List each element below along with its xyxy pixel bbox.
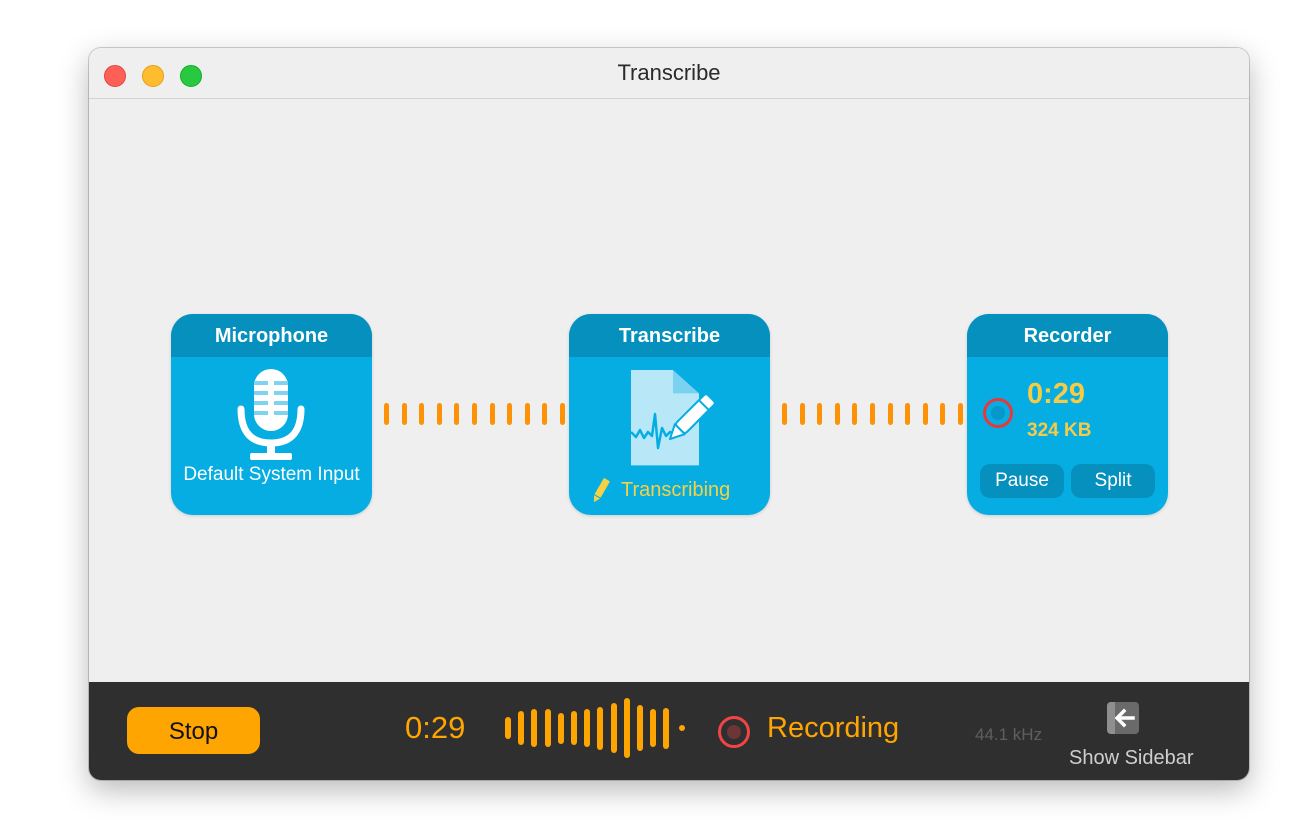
recorder-elapsed-time: 0:29 (1027, 378, 1086, 410)
level-meter-bar (637, 705, 643, 751)
level-meter-bar (624, 698, 630, 758)
level-meter-bar (558, 713, 564, 744)
document-waveform-pencil-icon (630, 370, 716, 466)
pause-button[interactable]: Pause (980, 464, 1064, 498)
bottom-toolbar: Stop 0:29 Recording 44.1 kHz Show Sideba… (89, 682, 1249, 780)
microphone-node[interactable]: Microphone Default System Input (171, 314, 372, 515)
transcription-status: Transcribing (591, 476, 770, 504)
connector-dash (799, 403, 805, 425)
connector-dash (542, 403, 548, 425)
level-meter-bar (531, 709, 537, 747)
audio-level-meter (505, 696, 695, 760)
level-meter-bar (663, 708, 669, 749)
level-meter-bar (597, 707, 603, 750)
show-sidebar-label: Show Sidebar (1069, 747, 1194, 769)
connector-mic-to-transcribe (384, 403, 578, 427)
connector-dash (507, 403, 513, 425)
recorder-node[interactable]: Recorder 0:29 324 KB Pause Split (967, 314, 1168, 515)
connector-dash (384, 403, 389, 425)
recorder-node-header: Recorder (967, 314, 1168, 357)
recording-status: Recording (767, 712, 900, 744)
pipeline-canvas: Microphone Default System Input Transcri… (89, 99, 1249, 682)
connector-dash (905, 403, 911, 425)
level-meter-bar (505, 717, 511, 739)
transcribe-node[interactable]: Transcribe Transcribing (569, 314, 770, 515)
connector-dash (782, 403, 787, 425)
connector-dash (940, 403, 946, 425)
input-device-label: Default System Input (183, 464, 360, 485)
level-meter-bar (571, 711, 577, 745)
connector-dash (524, 403, 530, 425)
app-window: Transcribe Microphone Default System Inp… (89, 48, 1249, 780)
connector-transcribe-to-recorder (782, 403, 976, 427)
connector-dash (852, 403, 858, 425)
connector-dash (922, 403, 928, 425)
level-meter-bar (611, 703, 617, 753)
connector-dash (887, 403, 893, 425)
connector-dash (957, 403, 963, 425)
level-meter-bar (584, 709, 590, 747)
connector-dash (834, 403, 840, 425)
connector-dash (419, 403, 425, 425)
connector-dash (471, 403, 477, 425)
record-icon (718, 716, 750, 748)
title-bar: Transcribe (89, 48, 1249, 99)
microphone-icon (237, 369, 305, 460)
pencil-icon (593, 478, 610, 503)
show-sidebar-arrow-icon (1107, 702, 1139, 734)
level-meter-dot (679, 725, 685, 731)
connector-dash (436, 403, 442, 425)
recorder-file-size: 324 KB (1027, 420, 1092, 441)
connector-dash (869, 403, 875, 425)
connector-dash (401, 403, 407, 425)
microphone-node-header: Microphone (171, 314, 372, 357)
elapsed-time: 0:29 (405, 710, 466, 745)
sample-rate: 44.1 kHz (975, 725, 1043, 744)
connector-dash (817, 403, 823, 425)
split-button[interactable]: Split (1071, 464, 1155, 498)
connector-dash (454, 403, 460, 425)
stop-button[interactable]: Stop (127, 707, 260, 754)
show-sidebar-button[interactable]: Show Sidebar (1069, 697, 1194, 772)
connector-dash (559, 403, 565, 425)
transcription-status-text: Transcribing (621, 478, 731, 501)
window-title: Transcribe (617, 60, 721, 85)
record-indicator-icon (983, 398, 1013, 428)
transcribe-node-header: Transcribe (569, 314, 770, 357)
connector-dash (489, 403, 495, 425)
level-meter-bar (545, 709, 551, 747)
level-meter-bar (518, 711, 524, 745)
level-meter-bar (650, 709, 656, 747)
